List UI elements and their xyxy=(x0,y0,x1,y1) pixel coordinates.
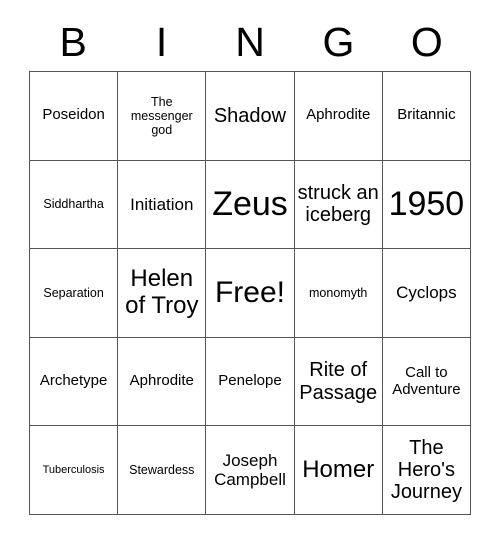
bingo-card: B I N G O Poseidon The messenger god Sha… xyxy=(0,0,500,544)
bingo-cell-free-space[interactable]: Free! xyxy=(206,249,295,338)
bingo-cell-r4c3[interactable]: Penelope xyxy=(206,337,295,427)
bingo-cell-label: Penelope xyxy=(218,372,282,390)
bingo-cell-label: Tuberculosis xyxy=(42,464,105,477)
bingo-cell-r4c2[interactable]: Aphrodite xyxy=(118,337,207,427)
bingo-grid: Poseidon The messenger god Shadow Aphrod… xyxy=(29,71,471,515)
bingo-cell-r2c3[interactable]: Zeus xyxy=(206,160,295,250)
bingo-cell-label: The Hero's Journey xyxy=(390,436,462,504)
bingo-header-letter-g: G xyxy=(322,19,355,65)
bingo-cell-label: Initiation xyxy=(130,194,194,214)
bingo-cell-label: Stewardess xyxy=(129,463,195,478)
bingo-cell-r1c1[interactable]: Poseidon xyxy=(30,72,119,161)
bingo-header-letter-b: B xyxy=(59,19,87,65)
bingo-cell-label: Rite of Passage xyxy=(299,359,378,404)
bingo-cell-r4c1[interactable]: Archetype xyxy=(30,337,119,427)
bingo-cell-r2c2[interactable]: Initiation xyxy=(118,160,207,250)
bingo-cell-label: Britannic xyxy=(397,106,456,124)
bingo-cell-r4c4[interactable]: Rite of Passage xyxy=(294,337,383,427)
bingo-cell-label: monomyth xyxy=(309,285,368,300)
bingo-cell-label: Archetype xyxy=(39,372,108,390)
bingo-cell-label: Siddhartha xyxy=(43,197,104,212)
bingo-cell-label: Cyclops xyxy=(396,283,457,303)
bingo-cell-label: Separation xyxy=(43,285,104,300)
bingo-header-row: B I N G O xyxy=(29,14,471,71)
bingo-cell-label: Poseidon xyxy=(42,106,105,124)
bingo-cell-r5c4[interactable]: Homer xyxy=(294,426,383,515)
bingo-cell-label: Helen of Troy xyxy=(125,265,199,319)
bingo-cell-label: Call to Adventure xyxy=(392,363,461,398)
bingo-header-letter-o: O xyxy=(410,19,443,65)
bingo-cell-r5c1[interactable]: Tuberculosis xyxy=(30,426,119,515)
bingo-cell-label: Free! xyxy=(214,276,285,310)
bingo-cell-r5c5[interactable]: The Hero's Journey xyxy=(382,426,471,515)
bingo-cell-label: Joseph Campbell xyxy=(214,451,286,490)
bingo-cell-r1c5[interactable]: Britannic xyxy=(382,72,471,161)
bingo-cell-r3c4[interactable]: monomyth xyxy=(294,249,383,338)
bingo-cell-label: Aphrodite xyxy=(306,106,371,124)
bingo-cell-r5c2[interactable]: Stewardess xyxy=(118,426,207,515)
bingo-header-letter-n: N xyxy=(235,19,265,65)
bingo-cell-label: 1950 xyxy=(388,185,465,224)
bingo-cell-label: Shadow xyxy=(213,104,287,127)
bingo-cell-label: The messenger god xyxy=(130,94,193,137)
bingo-cell-r3c2[interactable]: Helen of Troy xyxy=(118,249,207,338)
bingo-cell-r5c3[interactable]: Joseph Campbell xyxy=(206,426,295,515)
bingo-cell-label: Homer xyxy=(302,455,375,483)
bingo-cell-r1c3[interactable]: Shadow xyxy=(206,72,295,161)
bingo-cell-r2c1[interactable]: Siddhartha xyxy=(30,160,119,250)
bingo-cell-label: Zeus xyxy=(212,185,288,224)
bingo-cell-r1c2[interactable]: The messenger god xyxy=(118,72,207,161)
bingo-cell-r3c1[interactable]: Separation xyxy=(30,249,119,338)
bingo-cell-label: struck an iceberg xyxy=(297,182,379,227)
bingo-cell-r4c5[interactable]: Call to Adventure xyxy=(382,337,471,427)
bingo-cell-r2c4[interactable]: struck an iceberg xyxy=(294,160,383,250)
bingo-cell-r2c5[interactable]: 1950 xyxy=(382,160,471,250)
bingo-cell-r1c4[interactable]: Aphrodite xyxy=(294,72,383,161)
bingo-header-letter-i: I xyxy=(155,19,168,65)
bingo-cell-label: Aphrodite xyxy=(129,372,194,390)
bingo-cell-r3c5[interactable]: Cyclops xyxy=(382,249,471,338)
